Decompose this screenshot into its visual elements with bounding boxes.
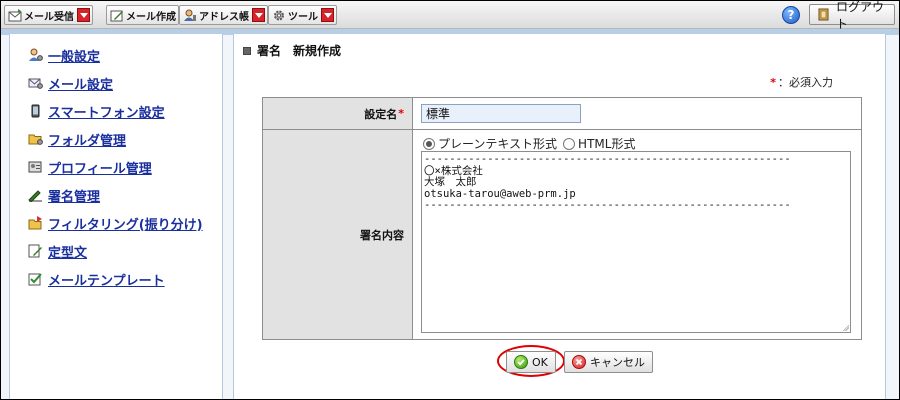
app-window: メール受信 メール作成 アドレス帳 ツール ? ログアウト 一般設定 メール設定…: [1, 1, 899, 399]
mail-compose-icon: [110, 9, 124, 22]
pen-icon: [28, 188, 43, 202]
toolbar: メール受信 メール作成 アドレス帳 ツール ? ログアウト: [1, 1, 899, 31]
sidebar-item-filtering[interactable]: フィルタリング(振り分け): [28, 214, 203, 233]
page-title-text: 署名 新規作成: [257, 44, 342, 58]
mail-settings-icon: [28, 76, 43, 90]
sidebar-item-profile-management[interactable]: プロフィール管理: [28, 158, 152, 177]
plain-text-radio[interactable]: [423, 137, 435, 150]
address-book-icon: [183, 9, 197, 22]
ok-check-icon: [514, 355, 528, 369]
tools-label: ツール: [288, 11, 318, 23]
gear-icon: [272, 9, 286, 22]
folder-icon: [28, 132, 43, 146]
main-content: 署名 新規作成 *：必須入力 設定名* 署名内容 プレーンテキスト形式 HTML…: [233, 34, 886, 399]
sidebar-item-general-settings[interactable]: 一般設定: [28, 46, 100, 65]
name-required-star: *: [398, 107, 404, 120]
address-book-dropdown-icon[interactable]: [252, 8, 265, 22]
signature-form: 設定名* 署名内容 プレーンテキスト形式 HTML形式: [262, 97, 862, 340]
sidebar-item-label[interactable]: メールテンプレート: [48, 270, 165, 289]
sidebar-item-label[interactable]: 定型文: [48, 242, 87, 261]
mail-compose-label: メール作成: [126, 11, 176, 23]
page-title: 署名 新規作成: [243, 42, 341, 59]
title-square-icon: [243, 46, 251, 55]
template-check-icon: [28, 272, 43, 286]
name-label: 設定名: [364, 107, 398, 121]
mail-compose-button[interactable]: メール作成: [106, 5, 179, 25]
cancel-button[interactable]: キャンセル: [564, 351, 653, 373]
address-book-button[interactable]: アドレス帳: [179, 5, 268, 25]
tools-dropdown-icon[interactable]: [321, 8, 334, 22]
logout-label: ログアウト: [836, 1, 885, 31]
sidebar-item-label[interactable]: 一般設定: [48, 46, 100, 65]
html-radio-label[interactable]: HTML形式: [578, 135, 635, 152]
name-label-cell: 設定名 *: [263, 98, 413, 129]
filter-folder-icon: [28, 216, 43, 230]
sidebar-item-signature-management[interactable]: 署名管理: [28, 186, 100, 205]
ok-label: OK: [532, 355, 548, 369]
help-icon[interactable]: ?: [782, 6, 800, 24]
sidebar-item-label[interactable]: フィルタリング(振り分け): [48, 214, 203, 233]
tools-button[interactable]: ツール: [268, 5, 337, 25]
sidebar-item-smartphone-settings[interactable]: スマートフォン設定: [28, 102, 165, 121]
mail-receive-dropdown-icon[interactable]: [77, 8, 90, 22]
html-radio[interactable]: [563, 137, 576, 150]
mail-receive-icon: [8, 8, 22, 22]
sidebar-item-mail-settings[interactable]: メール設定: [28, 74, 113, 93]
sidebar-item-label[interactable]: プロフィール管理: [48, 158, 152, 177]
logout-door-icon: [818, 8, 830, 21]
sidebar-item-folder-management[interactable]: フォルダ管理: [28, 130, 126, 149]
textarea-resize-handle[interactable]: [843, 325, 849, 331]
required-star: *: [770, 76, 776, 89]
signature-name-input[interactable]: [421, 104, 581, 123]
sidebar-item-mail-templates[interactable]: メールテンプレート: [28, 270, 165, 289]
logout-button[interactable]: ログアウト: [809, 1, 895, 31]
sidebar-item-label[interactable]: スマートフォン設定: [48, 102, 165, 121]
document-pencil-icon: [28, 244, 43, 258]
required-note-text: ：必須入力: [778, 76, 833, 89]
signature-content-textarea[interactable]: [421, 151, 851, 333]
content-label-cell: 署名内容: [263, 130, 413, 339]
cancel-x-icon: [572, 355, 586, 369]
content-label: 署名内容: [360, 228, 404, 242]
user-settings-icon: [28, 48, 43, 62]
ok-button[interactable]: OK: [506, 351, 556, 373]
cancel-label: キャンセル: [590, 356, 645, 369]
sidebar-item-label[interactable]: メール設定: [48, 74, 113, 93]
sidebar-item-fixed-phrases[interactable]: 定型文: [28, 242, 87, 261]
required-note: * ：必須入力: [770, 74, 833, 90]
smartphone-icon: [28, 104, 43, 118]
sidebar-item-label[interactable]: フォルダ管理: [48, 130, 126, 149]
mail-receive-button[interactable]: メール受信: [4, 5, 93, 25]
sidebar: 一般設定 メール設定 スマートフォン設定 フォルダ管理 プロフィール管理 署名管…: [9, 34, 223, 399]
profile-card-icon: [28, 160, 43, 174]
sidebar-item-label[interactable]: 署名管理: [48, 186, 100, 205]
format-radio-group: プレーンテキスト形式 HTML形式: [423, 135, 641, 152]
mail-receive-label: メール受信: [24, 11, 74, 23]
address-book-label: アドレス帳: [199, 11, 249, 23]
plain-text-radio-label[interactable]: プレーンテキスト形式: [438, 135, 557, 152]
